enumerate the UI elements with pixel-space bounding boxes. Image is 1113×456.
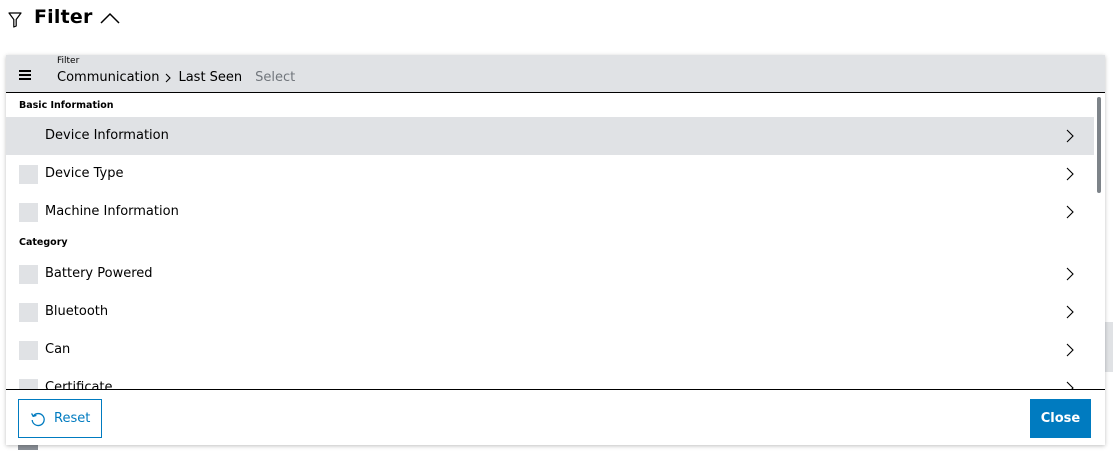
chevron-up-icon[interactable] [99,11,121,25]
checkbox[interactable] [19,303,38,322]
filter-field[interactable]: Filter Communication Last Seen [6,55,1105,93]
list-item-label: Device Information [45,128,169,143]
list-item-label: Battery Powered [45,266,153,281]
select-input[interactable] [255,70,316,85]
chevron-right-icon [166,73,172,82]
hamburger-menu-icon[interactable] [19,70,31,80]
list-item-device-information[interactable]: Device Information [6,117,1094,155]
list-item-label: Device Type [45,166,124,181]
list-item-label: Machine Information [45,204,179,219]
checkbox[interactable] [19,341,38,360]
page-title: Filter [34,6,93,28]
checkbox[interactable] [19,165,38,184]
close-button[interactable]: Close [1030,399,1091,438]
filter-dropdown-panel: Filter Communication Last Seen Basic Inf… [6,55,1105,445]
filter-icon [8,12,22,28]
panel-footer: Reset Close [6,389,1105,445]
checkbox[interactable] [19,265,38,284]
section-header-basic-information: Basic Information [19,100,114,111]
chevron-right-icon [1066,205,1074,219]
list-item-battery-powered[interactable]: Battery Powered [6,255,1094,293]
list-item-label: Can [45,342,71,357]
scrollbar-thumb[interactable] [1097,97,1101,193]
reset-button-label: Reset [54,411,91,426]
list-item-machine-information[interactable]: Machine Information [6,193,1094,231]
breadcrumb-last-seen[interactable]: Last Seen [178,70,242,85]
reset-button[interactable]: Reset [18,399,102,438]
chevron-right-icon [1066,167,1074,181]
filter-options-list: Basic Information Device Information Dev… [6,94,1094,390]
list-item-label: Bluetooth [45,304,109,319]
checkbox[interactable] [19,203,38,222]
title-bar: Filter [0,0,1113,40]
breadcrumb: Communication Last Seen [57,70,316,85]
section-header-category: Category [19,237,68,248]
list-item-can[interactable]: Can [6,331,1094,369]
list-item-certificate[interactable]: Certificate [6,369,1094,390]
chevron-right-icon [1066,305,1074,319]
list-item-device-type[interactable]: Device Type [6,155,1094,193]
chevron-right-icon [1066,343,1074,357]
chevron-right-icon [1066,129,1074,143]
reset-icon [31,412,45,426]
chevron-right-icon [1066,267,1074,281]
list-item-bluetooth[interactable]: Bluetooth [6,293,1094,331]
background-strip [1104,322,1113,372]
filter-field-label: Filter [57,56,80,66]
breadcrumb-communication[interactable]: Communication [57,70,159,85]
